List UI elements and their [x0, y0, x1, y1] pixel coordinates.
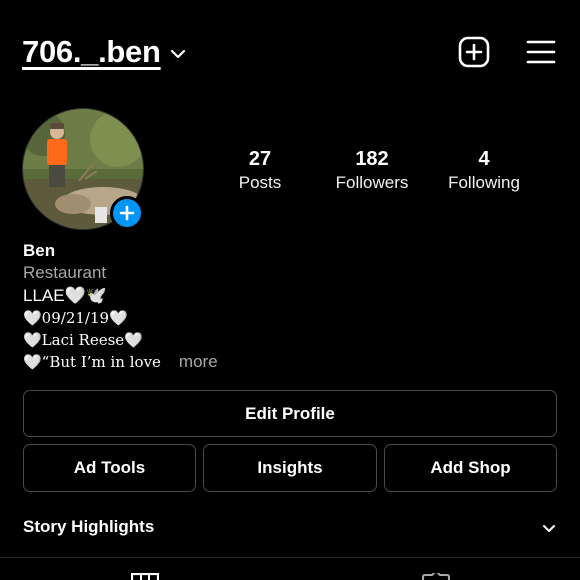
grid-icon[interactable] [131, 573, 159, 580]
bio-line-truncated: 🤍“But I’m in love more [23, 351, 563, 373]
chevron-down-icon[interactable] [542, 524, 556, 533]
stat-label: Posts [238, 173, 282, 192]
stat-posts[interactable]: 27 Posts [200, 146, 320, 194]
plus-icon [119, 205, 135, 221]
ad-tools-button[interactable]: Ad Tools [23, 444, 196, 492]
display-name: Ben [23, 241, 56, 260]
avatar-container[interactable] [22, 108, 144, 230]
bio-line: 🤍“But I’m in love [23, 353, 161, 371]
bio-line: 🤍09/21/19🤍 [23, 309, 128, 327]
stat-following[interactable]: 4 Following [424, 146, 544, 194]
plus-square-icon[interactable] [458, 36, 490, 68]
more-link[interactable]: more [179, 352, 218, 371]
add-shop-button[interactable]: Add Shop [384, 444, 557, 492]
category-label: Restaurant [23, 263, 107, 282]
bio-line: 🤍Laci Reese🤍 [23, 331, 143, 349]
stat-value: 4 [478, 148, 490, 170]
stat-label: Followers [335, 173, 409, 192]
bio-line: LLAE🤍🕊️ [23, 286, 107, 305]
hamburger-menu-icon[interactable] [526, 38, 556, 66]
username[interactable]: 706._.ben [22, 34, 161, 70]
stat-value: 27 [248, 148, 272, 170]
stat-followers[interactable]: 182 Followers [312, 146, 432, 194]
story-highlights-label[interactable]: Story Highlights [23, 517, 154, 537]
divider [0, 557, 580, 558]
top-bar: 706._.ben [0, 0, 580, 100]
chevron-down-icon[interactable] [170, 49, 186, 59]
insights-button[interactable]: Insights [203, 444, 377, 492]
account-switcher[interactable]: 706._.ben [22, 34, 186, 70]
bio: Ben Restaurant LLAE🤍🕊️ 🤍09/21/19🤍 🤍Laci … [23, 240, 563, 373]
stat-label: Following [448, 173, 520, 192]
edit-profile-button[interactable]: Edit Profile [23, 390, 557, 437]
stat-value: 182 [355, 148, 389, 170]
tagged-icon[interactable] [421, 573, 451, 580]
add-story-button[interactable] [110, 196, 144, 230]
